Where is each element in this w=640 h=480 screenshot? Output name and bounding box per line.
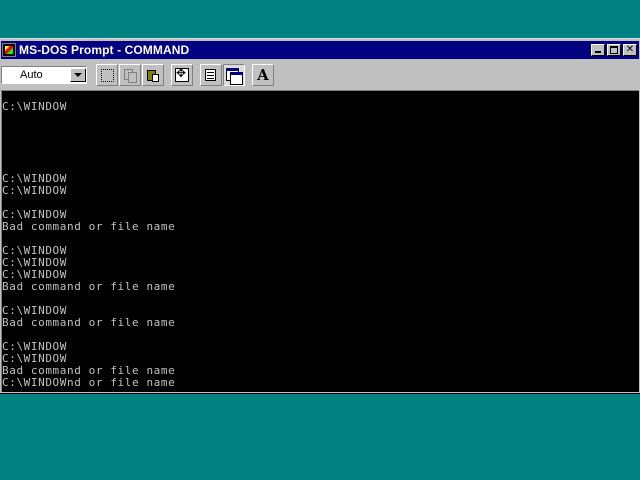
paste-button[interactable] xyxy=(142,64,164,86)
copy-button[interactable] xyxy=(119,64,141,86)
console-line: C:\WINDOW xyxy=(2,256,68,269)
font-size-value: Auto xyxy=(20,69,43,81)
toolbar: Auto A xyxy=(1,62,639,88)
background-button[interactable] xyxy=(223,64,245,86)
ms-dos-icon[interactable] xyxy=(2,43,16,57)
console-line: C:\WINDOWnd or file name xyxy=(2,376,176,389)
console-lines: C:\WINDOW C:\WINDOW C:\WINDOW C:\WINDOW Bad … xyxy=(2,101,639,389)
title-bar[interactable]: MS-DOS Prompt - COMMAND ✕ xyxy=(1,41,639,59)
full-screen-icon xyxy=(175,66,189,82)
console-line: Bad command or file name xyxy=(2,220,176,233)
console-line: C:\WINDOW xyxy=(2,172,68,185)
copy-icon xyxy=(124,68,137,83)
console-line: C:\WINDOW xyxy=(2,340,68,353)
properties-icon xyxy=(204,68,218,82)
full-screen-button[interactable] xyxy=(171,64,193,86)
minimize-icon[interactable] xyxy=(591,44,605,56)
console-line: Bad command or file name xyxy=(2,316,176,329)
console-line: Bad command or file name xyxy=(2,280,176,293)
console-line: C:\WINDOW xyxy=(2,100,68,113)
background-icon xyxy=(226,68,243,85)
mark-icon xyxy=(100,68,114,82)
mark-button[interactable] xyxy=(96,64,118,86)
console-line: C:\WINDOW xyxy=(2,184,68,197)
chevron-down-icon[interactable] xyxy=(70,68,86,82)
paste-icon xyxy=(146,69,160,82)
window-title: MS-DOS Prompt - COMMAND xyxy=(19,43,190,57)
font-icon: A xyxy=(257,65,269,84)
font-button[interactable]: A xyxy=(252,64,274,86)
close-icon[interactable]: ✕ xyxy=(623,44,637,56)
maximize-icon[interactable] xyxy=(607,44,621,56)
properties-button[interactable] xyxy=(200,64,222,86)
font-size-select[interactable]: Auto xyxy=(1,66,87,84)
console-line: C:\WINDOW xyxy=(2,244,68,257)
console-output[interactable]: C:\WINDOW C:\WINDOW C:\WINDOW C:\WINDOW Bad … xyxy=(1,90,639,392)
ms-dos-window: MS-DOS Prompt - COMMAND ✕ Auto ✥ A C:\WI… xyxy=(0,38,640,394)
